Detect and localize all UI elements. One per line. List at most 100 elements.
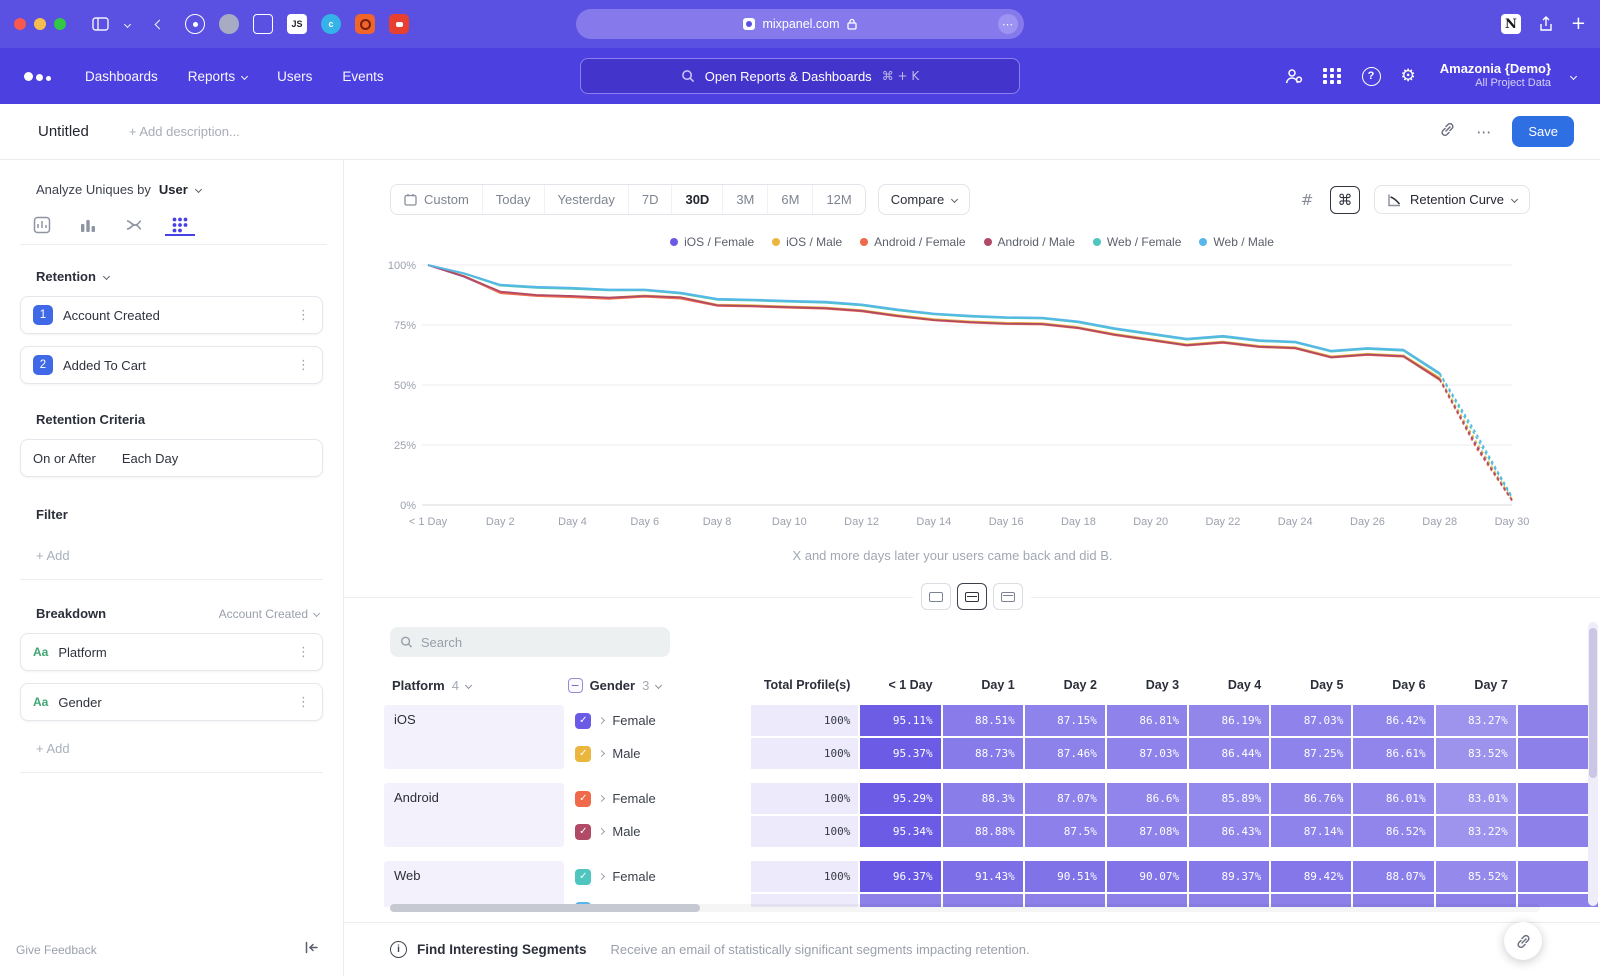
gender-cell[interactable]: ✓Female: [567, 783, 751, 814]
retention-cell-day-5[interactable]: 86.76%: [1271, 783, 1351, 814]
account-switcher[interactable]: Amazonia {Demo} All Project Data: [1440, 61, 1551, 91]
retention-cell-day-7[interactable]: 83.27%: [1436, 705, 1516, 736]
report-title[interactable]: Untitled: [38, 123, 89, 140]
chart-only-view-button[interactable]: [921, 583, 951, 610]
gray-dot-favicon[interactable]: [219, 14, 239, 34]
share-icon[interactable]: [1539, 16, 1553, 32]
table-only-view-button[interactable]: [993, 583, 1023, 610]
browser-sidebar-toggle-icon[interactable]: [92, 17, 109, 31]
step-menu-icon[interactable]: ⋮: [297, 358, 310, 373]
retention-cell-day-2[interactable]: 90.51%: [1025, 861, 1105, 892]
retention-cell-day-1[interactable]: 88.51%: [943, 705, 1023, 736]
global-search[interactable]: Open Reports & Dashboards ⌘ + K: [580, 58, 1020, 94]
retention-cell-day-0[interactable]: 96.37%: [860, 861, 940, 892]
nav-item-events[interactable]: Events: [342, 69, 383, 84]
series-checkbox[interactable]: ✓: [575, 869, 591, 885]
legend-item-web-male[interactable]: Web / Male: [1199, 235, 1273, 249]
table-search-input[interactable]: [421, 635, 660, 650]
retention-cell-day-6[interactable]: 86.61%: [1353, 738, 1433, 769]
retention-cell-day-5[interactable]: 87.14%: [1271, 816, 1351, 847]
breakdown-card-gender[interactable]: Aa Gender ⋮: [20, 683, 323, 721]
retention-cell-day-7[interactable]: 83.01%: [1436, 783, 1516, 814]
date-range-3m[interactable]: 3M: [722, 185, 767, 214]
retention-cell-day-3[interactable]: 86.6%: [1107, 783, 1187, 814]
package-favicon[interactable]: [253, 14, 273, 34]
date-range-7d[interactable]: 7D: [628, 185, 672, 214]
data-management-icon[interactable]: [1284, 68, 1303, 85]
expand-row-chevron-icon[interactable]: [598, 873, 605, 880]
criteria-mode-dropdown[interactable]: On or After: [33, 451, 96, 466]
legend-item-web-female[interactable]: Web / Female: [1093, 235, 1181, 249]
vertical-scrollbar[interactable]: [1588, 622, 1598, 906]
retention-cell-day-2[interactable]: 87.5%: [1025, 816, 1105, 847]
platform-cell[interactable]: Web: [384, 861, 564, 907]
breakdown-add-button[interactable]: + Add: [36, 741, 323, 756]
retention-cell-day-3[interactable]: 90.07%: [1107, 861, 1187, 892]
select-all-checkbox[interactable]: −: [568, 678, 583, 693]
retention-cell-day-1[interactable]: 88.73%: [943, 738, 1023, 769]
red-app-favicon[interactable]: [389, 14, 409, 34]
chart-type-dropdown[interactable]: Retention Curve: [1374, 185, 1530, 214]
series-checkbox[interactable]: ✓: [575, 713, 591, 729]
back-button[interactable]: [156, 21, 163, 28]
date-range-30d[interactable]: 30D: [671, 185, 722, 214]
new-tab-icon[interactable]: +: [1571, 15, 1586, 33]
vertical-scrollbar-thumb[interactable]: [1589, 628, 1597, 778]
retention-cell-day-4[interactable]: 86.19%: [1189, 705, 1269, 736]
compare-button[interactable]: Compare: [878, 184, 970, 215]
gender-cell[interactable]: ✓Female: [567, 705, 751, 736]
date-range-12m[interactable]: 12M: [812, 185, 864, 214]
tab-retention[interactable]: [170, 215, 190, 235]
retention-cell-day-6[interactable]: 86.42%: [1353, 705, 1433, 736]
retention-cell-day-5[interactable]: 89.42%: [1271, 861, 1351, 892]
nav-item-users[interactable]: Users: [277, 69, 312, 84]
series-checkbox[interactable]: ✓: [575, 824, 591, 840]
retention-cell-day-6[interactable]: 86.52%: [1353, 816, 1433, 847]
platform-column-header[interactable]: Platform4: [384, 678, 568, 693]
breakdown-scope-dropdown[interactable]: Account Created: [219, 607, 319, 621]
breakdown-card-platform[interactable]: Aa Platform ⋮: [20, 633, 323, 671]
retention-cell-day-3[interactable]: 87.03%: [1107, 738, 1187, 769]
share-link-fab[interactable]: [1504, 922, 1542, 960]
step-menu-icon[interactable]: ⋮: [297, 308, 310, 323]
nav-item-reports[interactable]: Reports: [188, 69, 247, 84]
retention-cell-day-4[interactable]: 86.44%: [1189, 738, 1269, 769]
mixpanel-logo[interactable]: [24, 72, 51, 81]
retention-criteria-card[interactable]: On or After Each Day: [20, 439, 323, 477]
retention-cell-day-1[interactable]: 91.43%: [943, 861, 1023, 892]
expand-row-chevron-icon[interactable]: [598, 828, 605, 835]
legend-item-android-female[interactable]: Android / Female: [860, 235, 965, 249]
legend-item-ios-female[interactable]: iOS / Female: [670, 235, 754, 249]
date-range-custom[interactable]: Custom: [391, 185, 482, 214]
retention-cell-day-4[interactable]: 85.89%: [1189, 783, 1269, 814]
retention-cell-day-4[interactable]: 89.37%: [1189, 861, 1269, 892]
step-card-added-to-cart[interactable]: 2 Added To Cart ⋮: [20, 346, 323, 384]
horizontal-scrollbar[interactable]: [390, 904, 1540, 912]
retention-chart[interactable]: 0%25%50%75%100%< 1 DayDay 2Day 4Day 6Day…: [380, 255, 1600, 540]
retention-cell-day-4[interactable]: 86.43%: [1189, 816, 1269, 847]
tab-funnels[interactable]: [78, 215, 98, 235]
annotations-hash-button[interactable]: #: [1292, 186, 1322, 214]
table-search[interactable]: [390, 627, 670, 657]
orange-app-favicon[interactable]: [355, 14, 375, 34]
url-bar[interactable]: mixpanel.com ⋯: [576, 9, 1024, 39]
retention-cell-day-0[interactable]: 95.37%: [860, 738, 940, 769]
apps-grid-icon[interactable]: [1323, 68, 1342, 84]
criteria-interval-dropdown[interactable]: Each Day: [122, 451, 178, 466]
series-checkbox[interactable]: ✓: [575, 746, 591, 762]
retention-cell-day-3[interactable]: 87.08%: [1107, 816, 1187, 847]
zoom-window-button[interactable]: [54, 18, 66, 30]
retention-cell-day-7[interactable]: 85.52%: [1436, 861, 1516, 892]
retention-cell-day-0[interactable]: 95.29%: [860, 783, 940, 814]
retention-cell-day-2[interactable]: 87.07%: [1025, 783, 1105, 814]
url-more-button[interactable]: ⋯: [998, 14, 1018, 34]
find-segments-title[interactable]: Find Interesting Segments: [417, 942, 587, 957]
collapse-sidebar-icon[interactable]: [304, 941, 319, 959]
breakdown-menu-icon[interactable]: ⋮: [297, 645, 310, 660]
legend-item-ios-male[interactable]: iOS / Male: [772, 235, 842, 249]
date-range-6m[interactable]: 6M: [767, 185, 812, 214]
analyze-entity-dropdown[interactable]: User: [159, 182, 188, 197]
date-range-today[interactable]: Today: [482, 185, 544, 214]
gender-cell[interactable]: ✓Male: [567, 738, 751, 769]
split-view-button[interactable]: [957, 583, 987, 610]
